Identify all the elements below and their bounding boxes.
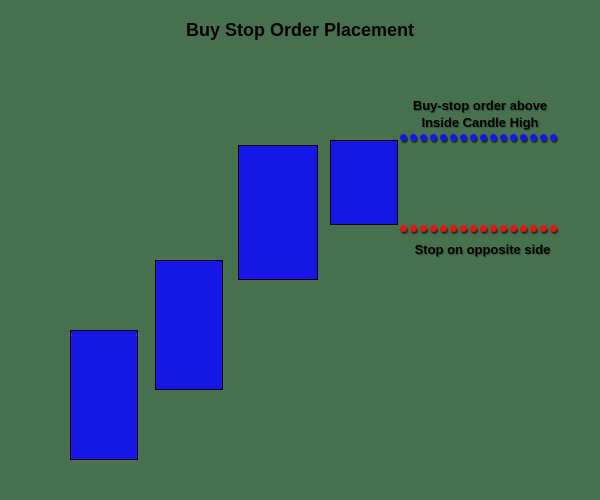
- stop-loss-label: Stop on opposite side: [395, 242, 570, 259]
- candle-4: [330, 140, 398, 225]
- chart-title: Buy Stop Order Placement: [0, 20, 600, 41]
- stop-loss-annotation: Stop on opposite side: [395, 242, 570, 259]
- candle-1: [70, 330, 138, 460]
- candle-2: [155, 260, 223, 390]
- buy-stop-line1: Buy-stop order above: [390, 98, 570, 115]
- buy-stop-line-icon: [400, 134, 557, 140]
- candle-3: [238, 145, 318, 280]
- buy-stop-annotation: Buy-stop order above Inside Candle High: [390, 98, 570, 132]
- stop-loss-line-icon: [400, 225, 557, 231]
- buy-stop-line2: Inside Candle High: [390, 115, 570, 132]
